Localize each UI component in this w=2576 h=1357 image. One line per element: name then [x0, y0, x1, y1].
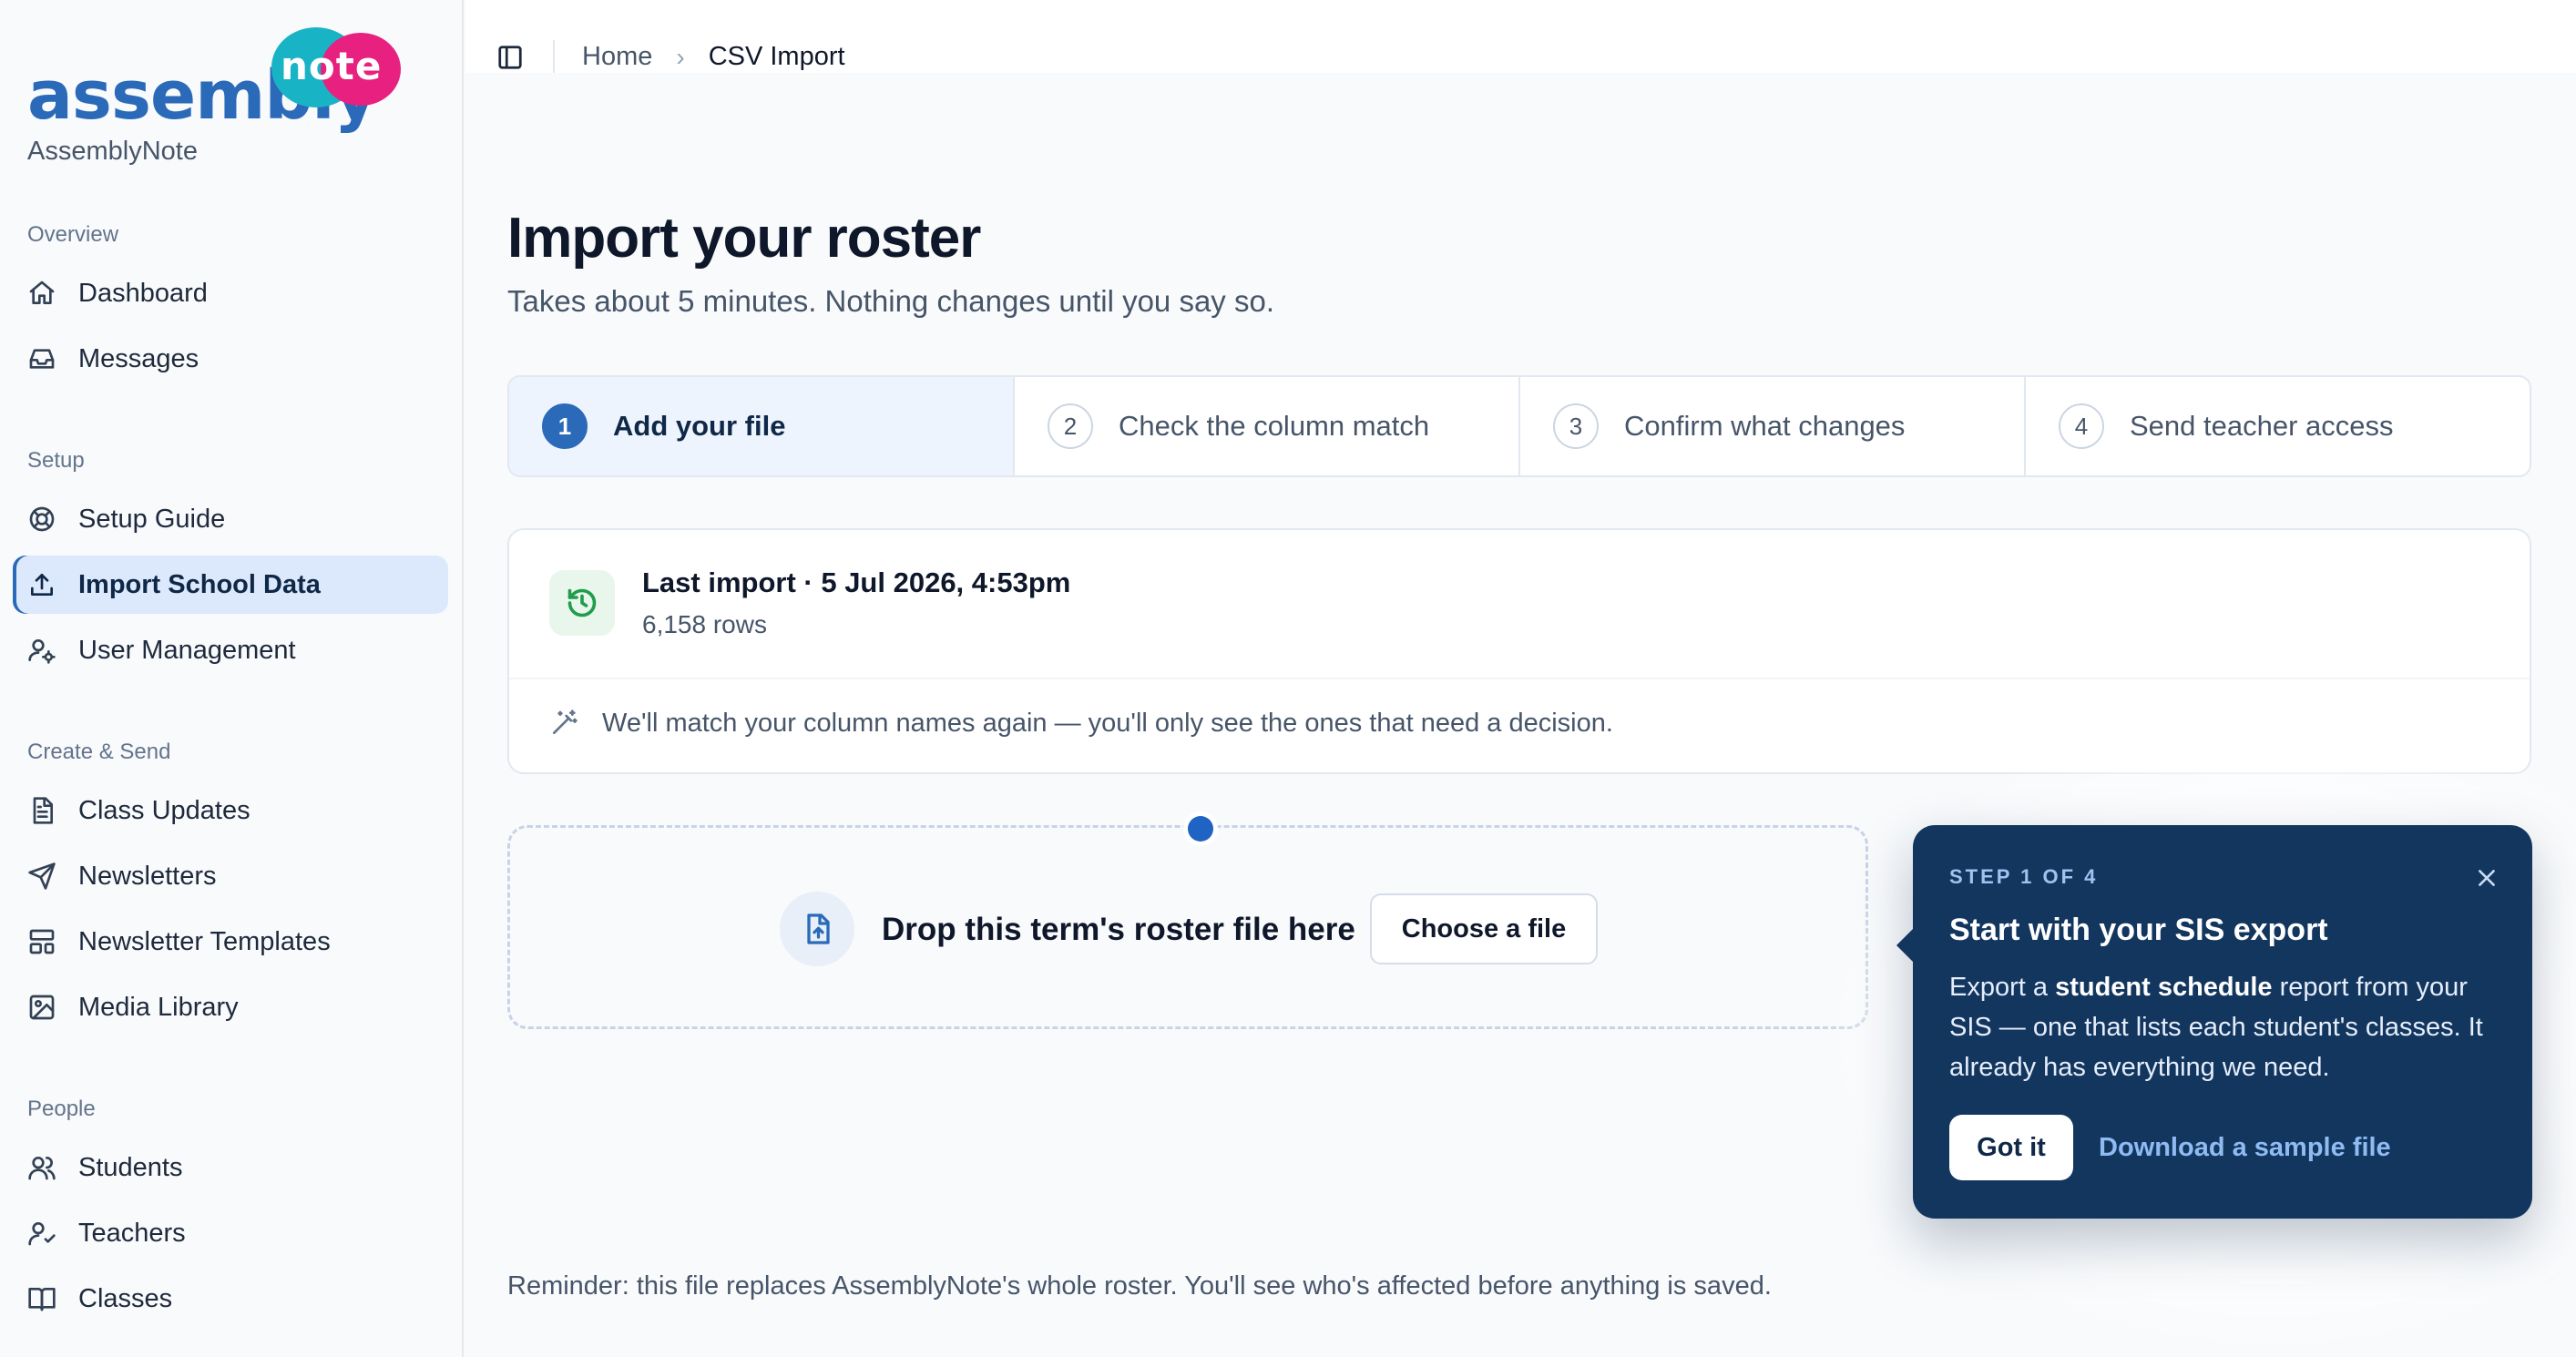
brand-logo[interactable]: assembly note: [27, 27, 401, 129]
nav-section-overview: Overview: [27, 222, 119, 247]
step-number: 1: [542, 403, 588, 449]
inbox-icon: [27, 344, 56, 373]
topbar-divider: [553, 40, 555, 73]
sidebar-item-class-updates[interactable]: Class Updates: [13, 781, 448, 840]
sidebar-item-students[interactable]: Students: [13, 1138, 448, 1197]
breadcrumb-home[interactable]: Home: [582, 42, 652, 72]
onboarding-popover: STEP 1 OF 4 Start with your SIS export E…: [1896, 825, 2532, 1219]
sidebar-item-label: User Management: [78, 635, 296, 665]
last-import-row-count: 6,158 rows: [642, 610, 767, 638]
file-dropzone[interactable]: Drop this term's roster file here Choose…: [507, 825, 1868, 1029]
popover-title: Start with your SIS export: [1949, 913, 2328, 947]
users-icon: [27, 1153, 56, 1182]
sidebar-item-label: Dashboard: [78, 278, 208, 308]
popover-body-start: Export a: [1949, 973, 2056, 1002]
roster-reminder: Reminder: this file replaces AssemblyNot…: [507, 1271, 1772, 1301]
sidebar-item-label: Import School Data: [78, 569, 321, 599]
sidebar-item-label: Messages: [78, 343, 199, 373]
step-number: 2: [1048, 403, 1093, 449]
upload-icon: [27, 570, 56, 599]
logo-accent: note: [281, 44, 383, 88]
sidebar-item-label: Teachers: [78, 1218, 186, 1248]
sidebar-item-classes[interactable]: Classes: [13, 1270, 448, 1328]
import-stepper: 1 Add your file 2 Check the column match…: [507, 375, 2531, 477]
popover-step-indicator: STEP 1 OF 4: [1949, 865, 2099, 888]
workspace-name: AssemblyNote: [27, 137, 198, 166]
sidebar-item-label: Newsletter Templates: [78, 926, 331, 956]
history-icon: [549, 570, 615, 636]
column-match-note: We'll match your column names again — yo…: [602, 709, 1613, 738]
nav-section-create-send: Create & Send: [27, 740, 171, 764]
nav-section-people: People: [27, 1097, 96, 1121]
sidebar-item-teachers[interactable]: Teachers: [13, 1204, 448, 1262]
sidebar-toggle-icon[interactable]: [496, 44, 524, 71]
magic-wand-icon: [549, 709, 578, 738]
nav-section-setup: Setup: [27, 448, 85, 473]
sidebar-item-label: Students: [78, 1152, 183, 1182]
document-icon: [27, 796, 56, 825]
sidebar-item-label: Setup Guide: [78, 504, 226, 534]
step-send-teacher-access[interactable]: 4 Send teacher access: [2026, 377, 2530, 475]
last-import-title: Last import · 5 Jul 2026, 4:53pm: [642, 566, 1071, 598]
sidebar-item-label: Class Updates: [78, 795, 250, 825]
page-subtitle: Takes about 5 minutes. Nothing changes u…: [507, 284, 1274, 318]
dropzone-text: Drop this term's roster file here: [882, 912, 1355, 947]
sidebar-item-label: Classes: [78, 1283, 173, 1313]
step-add-file[interactable]: 1 Add your file: [509, 377, 1015, 475]
template-icon: [27, 927, 56, 956]
step-number: 3: [1553, 403, 1599, 449]
step-number: 4: [2059, 403, 2104, 449]
download-sample-link[interactable]: Download a sample file: [2099, 1133, 2391, 1163]
user-cog-icon: [27, 636, 56, 665]
choose-file-button[interactable]: Choose a file: [1370, 893, 1598, 964]
sidebar-item-messages[interactable]: Messages: [13, 330, 448, 388]
breadcrumb: Home › CSV Import: [582, 42, 845, 72]
sidebar-item-label: Newsletters: [78, 861, 217, 891]
step-check-column-match[interactable]: 2 Check the column match: [1015, 377, 1520, 475]
popover-body-highlight: student schedule: [2055, 973, 2273, 1002]
sidebar-item-media-library[interactable]: Media Library: [13, 978, 448, 1036]
home-icon: [27, 279, 56, 308]
sidebar-item-label: Media Library: [78, 992, 239, 1022]
book-icon: [27, 1284, 56, 1313]
step-label: Add your file: [613, 410, 786, 442]
got-it-button[interactable]: Got it: [1949, 1115, 2073, 1180]
file-upload-icon: [780, 892, 854, 966]
lifebuoy-icon: [27, 505, 56, 534]
sidebar-item-newsletter-templates[interactable]: Newsletter Templates: [13, 913, 448, 971]
send-icon: [27, 862, 56, 891]
top-bar: Home › CSV Import: [465, 0, 2576, 73]
last-import-card: Last import · 5 Jul 2026, 4:53pm 6,158 r…: [507, 528, 2531, 774]
card-divider: [509, 678, 2530, 679]
sidebar-item-setup-guide[interactable]: Setup Guide: [13, 490, 448, 548]
step-label: Send teacher access: [2130, 410, 2394, 442]
teacher-icon: [27, 1219, 56, 1248]
step-confirm-changes[interactable]: 3 Confirm what changes: [1520, 377, 2026, 475]
step-label: Check the column match: [1119, 410, 1430, 442]
chevron-right-icon: ›: [676, 42, 685, 71]
close-icon[interactable]: [2470, 862, 2503, 894]
sidebar-item-dashboard[interactable]: Dashboard: [13, 264, 448, 322]
popover-body: Export a student schedule report from yo…: [1949, 967, 2505, 1087]
image-icon: [27, 993, 56, 1022]
sidebar-item-newsletters[interactable]: Newsletters: [13, 847, 448, 905]
sidebar-item-user-management[interactable]: User Management: [13, 621, 448, 679]
step-label: Confirm what changes: [1624, 410, 1906, 442]
page-title: Import your roster: [507, 207, 981, 270]
tour-anchor-dot: [1188, 816, 1213, 842]
sidebar: assembly note AssemblyNote Overview Dash…: [0, 0, 464, 1357]
popover-arrow: [1896, 927, 1915, 964]
sidebar-item-import-school-data[interactable]: Import School Data: [13, 556, 448, 614]
breadcrumb-current: CSV Import: [708, 42, 845, 71]
